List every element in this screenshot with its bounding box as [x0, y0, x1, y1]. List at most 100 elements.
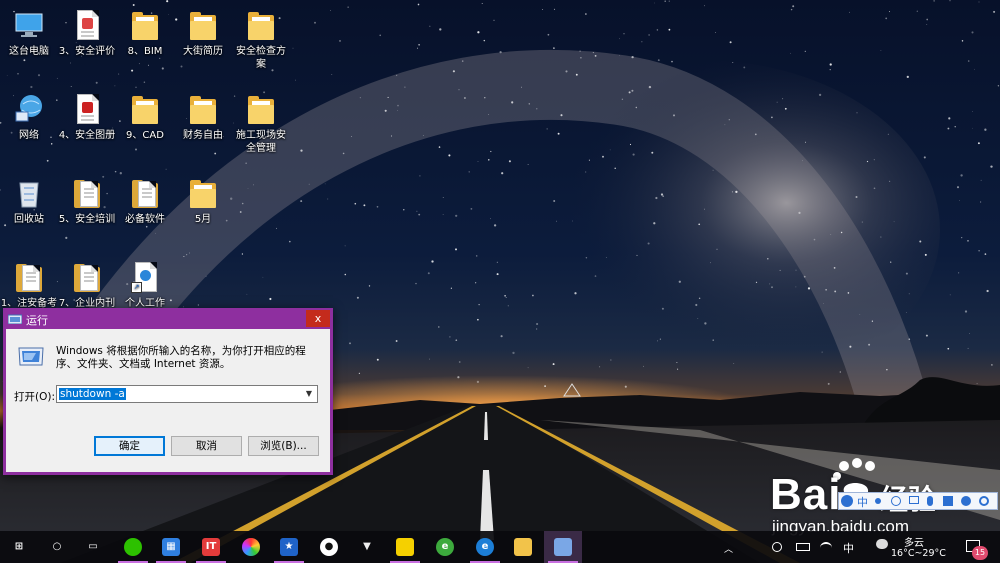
keyboard-icon[interactable]	[909, 496, 919, 504]
desktop-icon-label: 网络	[19, 130, 39, 141]
run-dialog-titlebar[interactable]: 运行 x	[4, 309, 332, 328]
folder-icon	[187, 176, 219, 210]
ie-green-icon: e	[436, 538, 454, 556]
folder-icon	[187, 92, 219, 126]
document-icon	[71, 8, 103, 42]
taskbar-button-cortana[interactable]: ○	[38, 531, 76, 563]
run-icon	[554, 538, 572, 556]
desktop-icon[interactable]: 这台电脑	[0, 8, 58, 58]
folder-icon	[129, 8, 161, 42]
gear-icon[interactable]	[979, 496, 989, 506]
document-icon	[13, 260, 45, 294]
desktop-icon[interactable]: 必备软件	[116, 176, 174, 226]
ime-indicator[interactable]: 中	[843, 540, 854, 556]
taskbar-button-task-view[interactable]: ▭	[74, 531, 112, 563]
cancel-button[interactable]: 取消	[171, 436, 242, 456]
taskbar-button-edge[interactable]: e	[466, 531, 504, 563]
document-icon	[71, 260, 103, 294]
document-icon	[71, 176, 103, 210]
hand-icon[interactable]	[772, 542, 782, 552]
desktop-icon-label: 5、安全培训	[58, 214, 116, 225]
desktop-icon-label: 回收站	[14, 214, 44, 225]
chevron-up-icon[interactable]: ︿	[724, 542, 733, 555]
pdf-document-icon	[71, 92, 103, 126]
qq-icon: ●	[320, 538, 338, 556]
taskbar-button-notes-app[interactable]	[386, 531, 424, 563]
user-icon[interactable]	[961, 496, 971, 506]
ime-toolbar[interactable]: 中	[838, 492, 998, 510]
taskbar-button-fox-app[interactable]: ▼	[348, 531, 386, 563]
desktop-icon[interactable]: 施工现场安全管理	[232, 92, 290, 155]
taskbar-button-calendar-app[interactable]: ▦	[152, 531, 190, 563]
desktop-icon[interactable]: 5月	[174, 176, 232, 226]
notification-badge[interactable]: 15	[972, 546, 988, 560]
desktop-icon[interactable]: 回收站	[0, 176, 58, 226]
desktop-icon[interactable]: 7、企业内刊	[58, 260, 116, 310]
run-dialog: 运行 x Windows 将根据你所输入的名称，为你打开相应的程序、文件夹、文档…	[3, 308, 333, 475]
colorful-app-icon	[242, 538, 260, 556]
desktop-icon[interactable]: 8、BIM	[116, 8, 174, 58]
skin-icon[interactable]	[943, 496, 953, 506]
desktop-icon[interactable]: 网络	[0, 92, 58, 142]
run-dialog-description: Windows 将根据你所输入的名称，为你打开相应的程序、文件夹、文档或 Int…	[56, 345, 306, 370]
temperature-text[interactable]: 16°C~29°C	[891, 548, 946, 559]
desktop-icon[interactable]: 9、CAD	[116, 92, 174, 142]
desktop-icon-label: 4、安全图册	[58, 130, 116, 141]
wifi-icon[interactable]	[820, 542, 832, 552]
taskbar-button-run[interactable]	[544, 531, 582, 563]
cloud-icon[interactable]	[876, 539, 888, 549]
microphone-icon[interactable]	[927, 496, 933, 506]
taskbar-button-qq[interactable]: ●	[310, 531, 348, 563]
desktop-icon[interactable]: 4、安全图册	[58, 92, 116, 142]
fox-app-icon: ▼	[363, 541, 371, 552]
app-red-icon: IT	[202, 538, 220, 556]
watermark-brand: Bai	[770, 470, 842, 519]
file-explorer-icon	[514, 538, 532, 556]
notes-app-icon	[396, 538, 414, 556]
taskbar-button-news-app[interactable]: ★	[270, 531, 308, 563]
taskbar-button-wechat[interactable]	[114, 531, 152, 563]
computer-icon	[13, 8, 45, 42]
folder-icon	[187, 8, 219, 42]
weather-text[interactable]: 多云	[904, 534, 924, 549]
chevron-down-icon[interactable]: ▼	[303, 388, 315, 400]
desktop-icon-label: 必备软件	[125, 214, 165, 225]
desktop-icon[interactable]: 5、安全培训	[58, 176, 116, 226]
battery-icon[interactable]	[796, 543, 810, 551]
desktop-icon-label: 安全检查方案	[236, 46, 286, 70]
task-view-icon: ▭	[88, 541, 98, 552]
desktop-icon[interactable]: 大街简历	[174, 8, 232, 58]
desktop-icon-label: 大街简历	[183, 46, 223, 57]
taskbar-button-app-red[interactable]: IT	[192, 531, 230, 563]
taskbar: ⊞ ○ ▭ ▦ IT ★ ● ▼ e e ︿ 中 多云 16°C~29°C 15	[0, 531, 1000, 563]
recycle-bin-icon	[13, 176, 45, 210]
desktop-icon[interactable]: 1、注安备考	[0, 260, 58, 310]
taskbar-button-file-explorer[interactable]	[504, 531, 542, 563]
folder-icon	[129, 92, 161, 126]
emoji-icon[interactable]	[891, 496, 901, 506]
desktop-icon-label: 这台电脑	[9, 46, 49, 57]
close-button[interactable]: x	[306, 310, 330, 327]
wechat-icon	[124, 538, 142, 556]
ime-mode-label[interactable]: 中	[857, 494, 868, 510]
desktop-icon[interactable]: 财务自由	[174, 92, 232, 142]
taskbar-button-start[interactable]: ⊞	[0, 531, 38, 563]
ime-logo-icon[interactable]	[841, 495, 853, 507]
ok-button[interactable]: 确定	[94, 436, 165, 456]
taskbar-button-colorful-app[interactable]	[232, 531, 270, 563]
news-app-icon: ★	[280, 538, 298, 556]
browse-button[interactable]: 浏览(B)...	[248, 436, 319, 456]
open-command-input[interactable]: shutdown -a	[59, 388, 126, 400]
punctuation-icon[interactable]	[875, 498, 881, 504]
desktop-icon[interactable]: ↗ 个人工作	[116, 260, 174, 310]
desktop-icon-label: 3、安全评价	[58, 46, 116, 57]
desktop-icon-label: 财务自由	[183, 130, 223, 141]
open-command-combobox[interactable]: shutdown -a ▼	[56, 385, 318, 403]
folder-icon	[245, 92, 277, 126]
desktop-icon[interactable]: 3、安全评价	[58, 8, 116, 58]
taskbar-button-ie-green[interactable]: e	[426, 531, 464, 563]
desktop-icon[interactable]: 安全检查方案	[232, 8, 290, 71]
desktop-icon-label: 施工现场安全管理	[236, 130, 286, 154]
desktop-icon-label: 9、CAD	[126, 130, 164, 141]
edge-icon: e	[476, 538, 494, 556]
